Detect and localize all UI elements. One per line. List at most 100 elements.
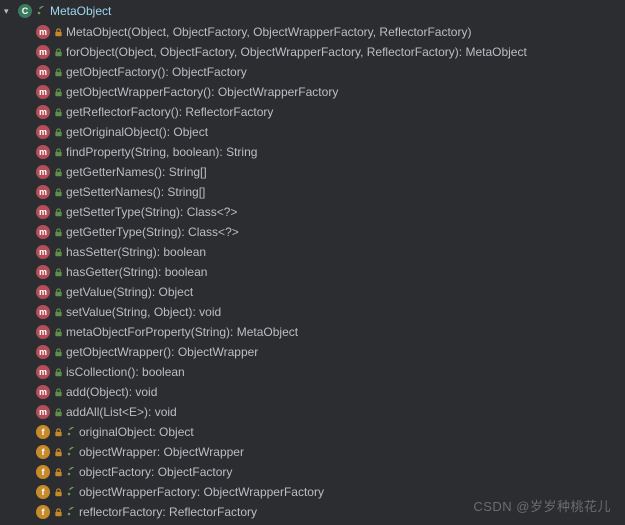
public-lock-icon	[53, 207, 63, 217]
final-pin-icon	[36, 6, 46, 16]
private-lock-icon	[53, 447, 63, 457]
public-lock-icon	[53, 307, 63, 317]
method-icon	[36, 385, 50, 399]
field-icon	[36, 485, 50, 499]
member-signature: getObjectFactory(): ObjectFactory	[66, 65, 247, 79]
member-row[interactable]: getObjectWrapper(): ObjectWrapper	[36, 342, 625, 362]
public-lock-icon	[53, 247, 63, 257]
field-icon	[36, 445, 50, 459]
method-icon	[36, 325, 50, 339]
private-lock-icon	[53, 467, 63, 477]
method-icon	[36, 265, 50, 279]
member-row[interactable]: getOriginalObject(): Object	[36, 122, 625, 142]
method-icon	[36, 85, 50, 99]
private-lock-icon	[53, 487, 63, 497]
private-lock-icon	[53, 27, 63, 37]
member-row[interactable]: getGetterNames(): String[]	[36, 162, 625, 182]
public-lock-icon	[53, 67, 63, 77]
member-row[interactable]: getSetterNames(): String[]	[36, 182, 625, 202]
public-lock-icon	[53, 147, 63, 157]
method-icon	[36, 165, 50, 179]
member-signature: forObject(Object, ObjectFactory, ObjectW…	[66, 45, 527, 59]
member-signature: getSetterType(String): Class<?>	[66, 205, 237, 219]
member-row[interactable]: originalObject: Object	[36, 422, 625, 442]
method-icon	[36, 365, 50, 379]
collapse-arrow-icon[interactable]: ▾	[4, 6, 14, 17]
member-row[interactable]: getGetterType(String): Class<?>	[36, 222, 625, 242]
member-row[interactable]: isCollection(): boolean	[36, 362, 625, 382]
public-lock-icon	[53, 407, 63, 417]
public-lock-icon	[53, 127, 63, 137]
private-lock-icon	[53, 427, 63, 437]
public-lock-icon	[53, 267, 63, 277]
method-icon	[36, 345, 50, 359]
member-row[interactable]: getObjectWrapperFactory(): ObjectWrapper…	[36, 82, 625, 102]
member-signature: originalObject: Object	[79, 425, 194, 439]
member-row[interactable]: getObjectFactory(): ObjectFactory	[36, 62, 625, 82]
member-row[interactable]: getReflectorFactory(): ReflectorFactory	[36, 102, 625, 122]
method-icon	[36, 305, 50, 319]
field-icon	[36, 465, 50, 479]
member-signature: MetaObject(Object, ObjectFactory, Object…	[66, 25, 471, 39]
public-lock-icon	[53, 87, 63, 97]
member-signature: addAll(List<E>): void	[66, 405, 177, 419]
public-lock-icon	[53, 227, 63, 237]
member-signature: getSetterNames(): String[]	[66, 185, 205, 199]
member-signature: setValue(String, Object): void	[66, 305, 221, 319]
member-row[interactable]: add(Object): void	[36, 382, 625, 402]
member-row[interactable]: hasSetter(String): boolean	[36, 242, 625, 262]
member-signature: hasSetter(String): boolean	[66, 245, 206, 259]
final-pin-icon	[66, 507, 76, 517]
member-signature: hasGetter(String): boolean	[66, 265, 207, 279]
field-icon	[36, 505, 50, 519]
member-signature: getGetterType(String): Class<?>	[66, 225, 239, 239]
member-row[interactable]: hasGetter(String): boolean	[36, 262, 625, 282]
public-lock-icon	[53, 327, 63, 337]
member-row[interactable]: getSetterType(String): Class<?>	[36, 202, 625, 222]
member-signature: getOriginalObject(): Object	[66, 125, 208, 139]
member-row[interactable]: objectWrapper: ObjectWrapper	[36, 442, 625, 462]
public-lock-icon	[53, 347, 63, 357]
public-lock-icon	[53, 107, 63, 117]
final-pin-icon	[66, 467, 76, 477]
member-row[interactable]: metaObjectForProperty(String): MetaObjec…	[36, 322, 625, 342]
member-row[interactable]: MetaObject(Object, ObjectFactory, Object…	[36, 22, 625, 42]
member-signature: findProperty(String, boolean): String	[66, 145, 257, 159]
member-signature: objectFactory: ObjectFactory	[79, 465, 232, 479]
final-pin-icon	[66, 427, 76, 437]
member-signature: getReflectorFactory(): ReflectorFactory	[66, 105, 273, 119]
method-icon	[36, 205, 50, 219]
member-signature: objectWrapper: ObjectWrapper	[79, 445, 244, 459]
member-row[interactable]: forObject(Object, ObjectFactory, ObjectW…	[36, 42, 625, 62]
method-icon	[36, 145, 50, 159]
method-icon	[36, 405, 50, 419]
public-lock-icon	[53, 167, 63, 177]
member-row[interactable]: addAll(List<E>): void	[36, 402, 625, 422]
member-signature: objectWrapperFactory: ObjectWrapperFacto…	[79, 485, 324, 499]
members-list: MetaObject(Object, ObjectFactory, Object…	[0, 22, 625, 522]
member-row[interactable]: objectFactory: ObjectFactory	[36, 462, 625, 482]
field-icon	[36, 425, 50, 439]
member-signature: metaObjectForProperty(String): MetaObjec…	[66, 325, 298, 339]
method-icon	[36, 105, 50, 119]
method-icon	[36, 45, 50, 59]
member-row[interactable]: findProperty(String, boolean): String	[36, 142, 625, 162]
final-pin-icon	[66, 487, 76, 497]
class-name: MetaObject	[50, 4, 111, 18]
method-icon	[36, 185, 50, 199]
class-row[interactable]: ▾ C MetaObject	[0, 0, 625, 22]
watermark: CSDN @岁岁种桃花儿	[473, 496, 611, 515]
private-lock-icon	[53, 507, 63, 517]
member-signature: getValue(String): Object	[66, 285, 193, 299]
method-icon	[36, 65, 50, 79]
public-lock-icon	[53, 287, 63, 297]
class-icon: C	[18, 4, 32, 18]
public-lock-icon	[53, 387, 63, 397]
member-signature: getObjectWrapper(): ObjectWrapper	[66, 345, 258, 359]
member-row[interactable]: setValue(String, Object): void	[36, 302, 625, 322]
member-signature: getObjectWrapperFactory(): ObjectWrapper…	[66, 85, 338, 99]
member-row[interactable]: getValue(String): Object	[36, 282, 625, 302]
member-signature: add(Object): void	[66, 385, 157, 399]
final-pin-icon	[66, 447, 76, 457]
member-signature: isCollection(): boolean	[66, 365, 185, 379]
